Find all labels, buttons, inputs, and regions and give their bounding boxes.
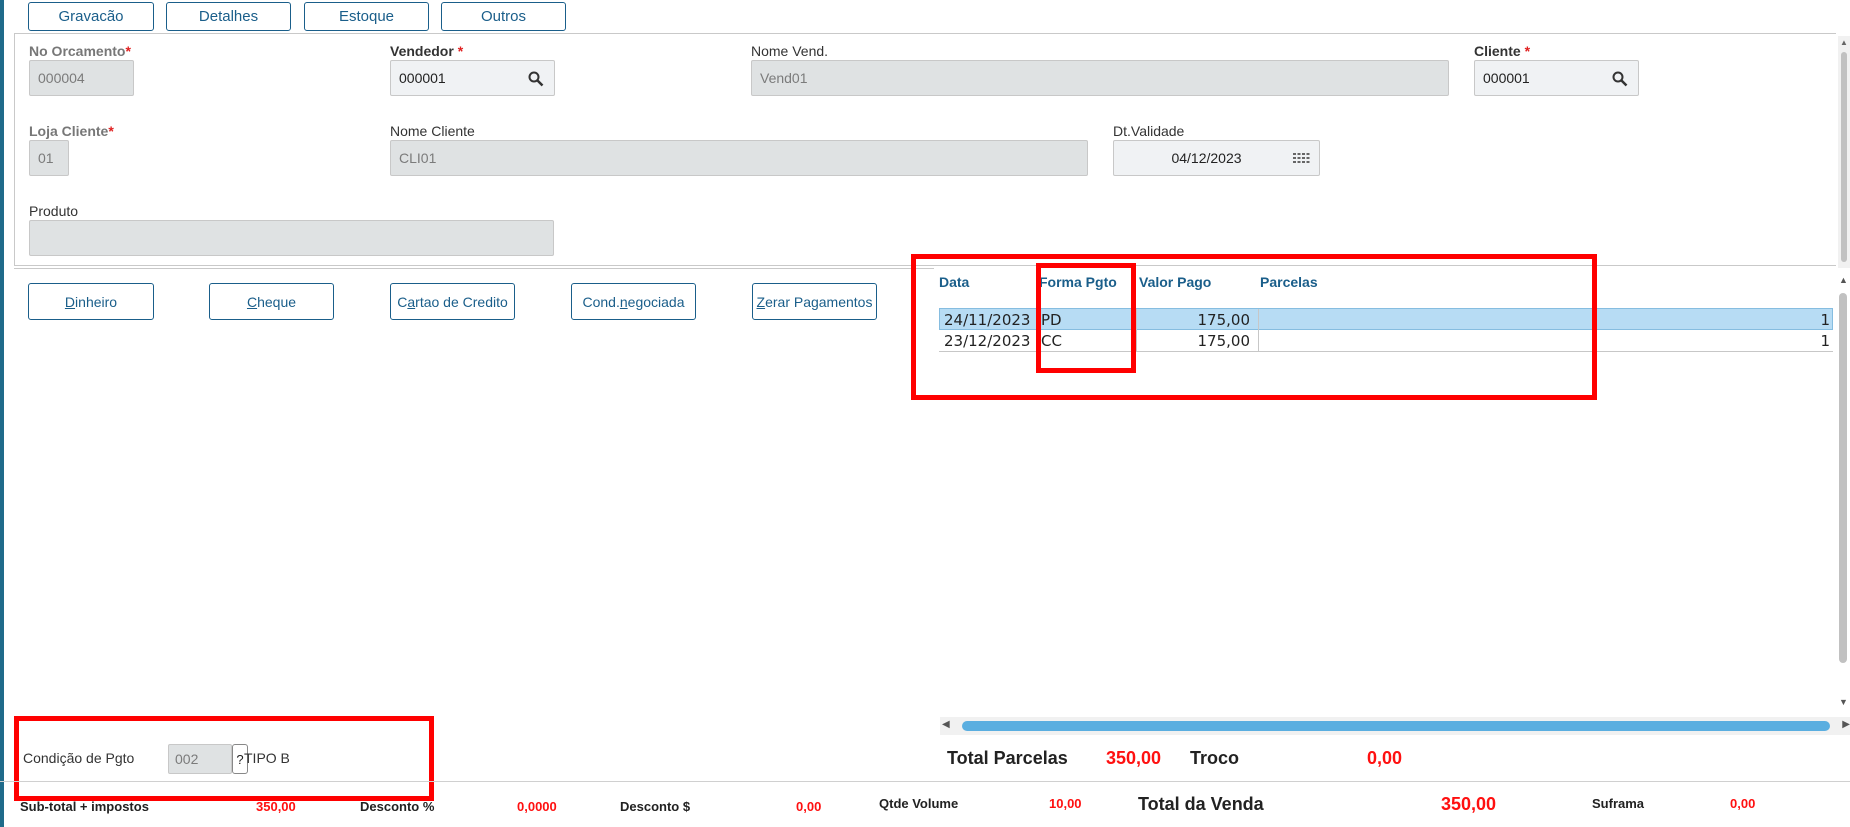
- dt-validade-field[interactable]: 04/12/2023: [1113, 140, 1320, 176]
- desconto-pct-label: Desconto %: [360, 799, 435, 814]
- cheque-button[interactable]: Cheque: [209, 283, 334, 320]
- cond-negociada-button[interactable]: Cond. n egociada: [571, 283, 696, 320]
- total-parcelas-label: Total Parcelas: [947, 748, 1068, 768]
- tab-gravacao[interactable]: Gravacão: [28, 2, 154, 31]
- subtotal-label: Sub-total + impostos: [20, 799, 149, 814]
- scroll-up-icon[interactable]: ▲: [1839, 275, 1848, 285]
- section-divider: [14, 268, 934, 269]
- grid-scrollbar-thumb[interactable]: [1839, 293, 1847, 663]
- grid-vertical-scrollbar[interactable]: ▲ ▼: [1836, 275, 1850, 707]
- loja-cliente-label: Loja Cliente*: [29, 123, 114, 139]
- loja-cliente-field[interactable]: 01: [29, 140, 69, 176]
- cliente-field[interactable]: 000001: [1474, 60, 1639, 96]
- scroll-down-icon[interactable]: ▼: [1839, 697, 1848, 707]
- calendar-icon[interactable]: [1291, 149, 1311, 169]
- vendedor-label: Vendedor *: [390, 43, 464, 59]
- no-orcamento-field[interactable]: 000004: [29, 60, 134, 96]
- vendedor-field[interactable]: 000001: [390, 60, 555, 96]
- form-scrollbar-thumb[interactable]: [1841, 52, 1847, 262]
- troco-label: Troco: [1190, 748, 1240, 768]
- desconto-val-label: Desconto $: [620, 799, 691, 814]
- tab-outros[interactable]: Outros: [441, 2, 566, 31]
- total-venda-label: Total da Venda: [1138, 794, 1264, 814]
- desconto-pct-value: 0,0000: [517, 799, 557, 814]
- produto-label: Produto: [29, 203, 79, 219]
- cartao-credito-button[interactable]: Ca rtao de Credito: [390, 283, 515, 320]
- condicao-label: Condição de Pgto: [23, 750, 135, 766]
- qtde-volume-value: 10,00: [1049, 796, 1082, 811]
- form-scrollbar[interactable]: ▲: [1838, 36, 1850, 268]
- forma-pgto-highlight-box: [1036, 263, 1136, 373]
- left-accent-bar: [0, 0, 4, 827]
- row-parcelas: 1: [1820, 311, 1830, 329]
- condicao-desc: TIPO B: [244, 750, 290, 766]
- nome-cliente-label: Nome Cliente: [390, 123, 475, 139]
- zerar-pagamentos-button[interactable]: Zerar Pagamentos: [752, 283, 877, 320]
- nome-cliente-field[interactable]: CLI01: [390, 140, 1088, 176]
- scroll-right-icon[interactable]: ▶: [1842, 719, 1850, 730]
- desconto-val-value: 0,00: [796, 799, 822, 814]
- grid-horizontal-scrollbar[interactable]: ◀ ▶: [940, 717, 1850, 735]
- grid-hscroll-thumb[interactable]: [962, 721, 1830, 731]
- tab-detalhes[interactable]: Detalhes: [166, 2, 291, 31]
- tab-estoque[interactable]: Estoque: [304, 2, 429, 31]
- suframa-value: 0,00: [1730, 796, 1756, 811]
- produto-field[interactable]: [29, 220, 554, 256]
- total-venda-value: 350,00: [1441, 794, 1497, 814]
- cliente-label: Cliente *: [1474, 43, 1531, 59]
- search-icon[interactable]: [1610, 69, 1630, 89]
- row-parcelas: 1: [1820, 332, 1830, 350]
- condicao-code-field[interactable]: 002: [168, 744, 232, 774]
- total-parcelas-value: 350,00: [1106, 748, 1162, 768]
- dinheiro-button[interactable]: Dinheiro: [28, 283, 154, 320]
- subtotal-value: 350,00: [256, 799, 296, 814]
- footer-divider: [0, 781, 1850, 782]
- scroll-left-icon[interactable]: ◀: [942, 719, 950, 730]
- search-icon[interactable]: [526, 69, 546, 89]
- qtde-volume-label: Qtde Volume: [879, 796, 959, 811]
- nome-vend-label: Nome Vend.: [751, 43, 829, 59]
- nome-vend-field[interactable]: Vend01: [751, 60, 1449, 96]
- dt-validade-label: Dt.Validade: [1113, 123, 1185, 139]
- suframa-label: Suframa: [1592, 796, 1645, 811]
- scroll-up-icon[interactable]: ▲: [1840, 38, 1848, 47]
- troco-value: 0,00: [1367, 748, 1403, 768]
- no-orcamento-label: No Orcamento*: [29, 43, 131, 59]
- grid-highlight-box: [911, 254, 1597, 400]
